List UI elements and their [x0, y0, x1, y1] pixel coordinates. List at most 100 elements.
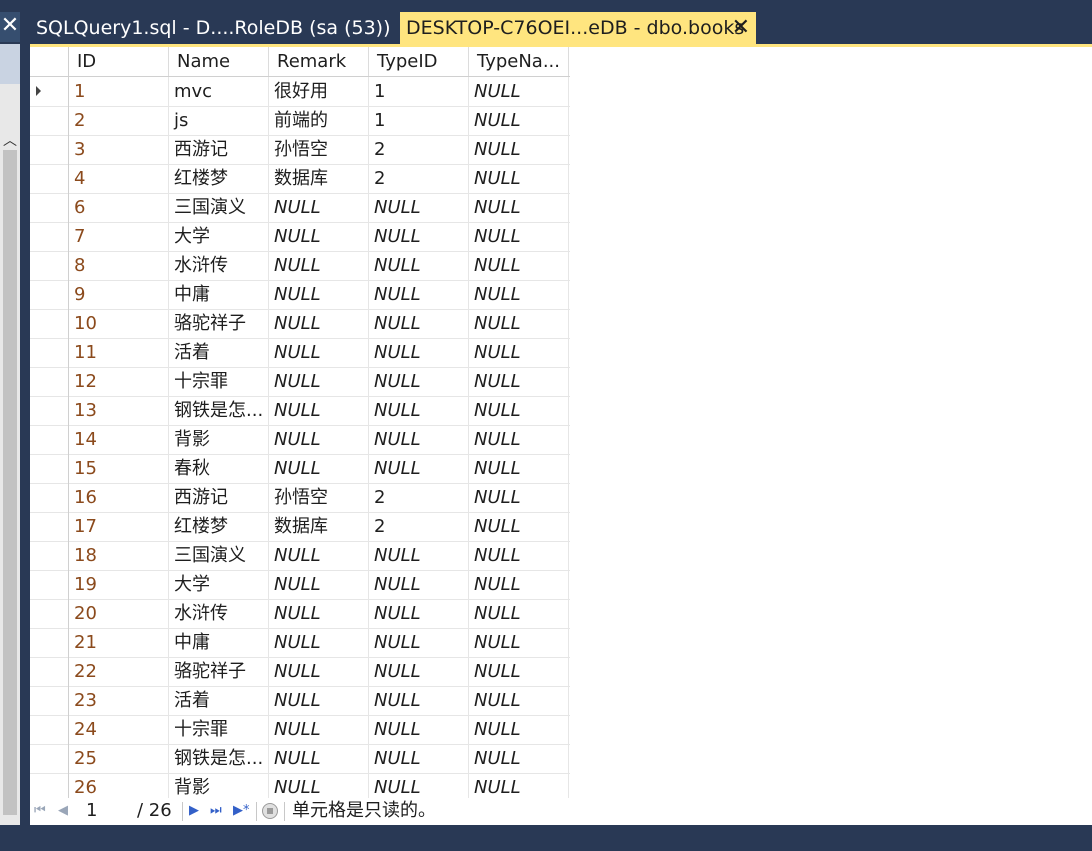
table-row[interactable]: 4 红楼梦 数据库 2 NULL	[30, 164, 570, 194]
chevron-up-icon[interactable]: ︿	[2, 130, 18, 149]
grid-cell[interactable]: NULL	[469, 367, 569, 396]
grid-cell[interactable]: NULL	[269, 222, 369, 251]
table-row[interactable]: 26 背影 NULL NULL NULL	[30, 773, 570, 798]
grid-cell[interactable]: 春秋	[169, 454, 269, 483]
grid-cell[interactable]: NULL	[369, 657, 469, 686]
grid-cell[interactable]: 孙悟空	[269, 483, 369, 512]
column-header[interactable]: TypeNa...	[469, 47, 569, 76]
grid-cell[interactable]: 活着	[169, 686, 269, 715]
first-record-button[interactable]: ⏮	[34, 803, 46, 818]
row-selector[interactable]	[30, 338, 69, 367]
table-row[interactable]: 16 西游记 孙悟空 2 NULL	[30, 483, 570, 513]
grid-cell[interactable]: NULL	[369, 425, 469, 454]
grid-cell[interactable]: NULL	[269, 715, 369, 744]
table-row[interactable]: 23 活着 NULL NULL NULL	[30, 686, 570, 716]
grid-cell[interactable]: 19	[69, 570, 169, 599]
scrollbar-thumb[interactable]	[3, 150, 17, 815]
grid-cell[interactable]: 数据库	[269, 512, 369, 541]
grid-cell[interactable]: NULL	[469, 77, 569, 106]
table-row[interactable]: 13 钢铁是怎... NULL NULL NULL	[30, 396, 570, 426]
table-row[interactable]: 7 大学 NULL NULL NULL	[30, 222, 570, 252]
grid-cell[interactable]: 10	[69, 309, 169, 338]
grid-cell[interactable]: NULL	[369, 541, 469, 570]
grid-cell[interactable]: 9	[69, 280, 169, 309]
grid-cell[interactable]: NULL	[469, 106, 569, 135]
close-icon[interactable]: ✕	[732, 12, 750, 44]
grid-cell[interactable]: NULL	[469, 744, 569, 773]
row-selector[interactable]	[30, 599, 69, 628]
close-icon[interactable]: ✕	[0, 12, 20, 42]
grid-cell[interactable]: js	[169, 106, 269, 135]
grid-cell[interactable]: 数据库	[269, 164, 369, 193]
grid-cell[interactable]: 大学	[169, 222, 269, 251]
grid-cell[interactable]: NULL	[269, 338, 369, 367]
tab-sql-query[interactable]: SQLQuery1.sql - D....RoleDB (sa (53))*	[28, 12, 390, 44]
grid-cell[interactable]: 背影	[169, 425, 269, 454]
grid-cell[interactable]: NULL	[369, 773, 469, 798]
table-row[interactable]: 2 js 前端的 1 NULL	[30, 106, 570, 136]
grid-cell[interactable]: 22	[69, 657, 169, 686]
grid-cell[interactable]: NULL	[469, 164, 569, 193]
row-selector[interactable]	[30, 483, 69, 512]
grid-cell[interactable]: mvc	[169, 77, 269, 106]
grid-cell[interactable]: 7	[69, 222, 169, 251]
row-selector[interactable]	[30, 744, 69, 773]
grid-cell[interactable]: 孙悟空	[269, 135, 369, 164]
grid-cell[interactable]: 十宗罪	[169, 715, 269, 744]
grid-cell[interactable]: 26	[69, 773, 169, 798]
grid-cell[interactable]: NULL	[469, 251, 569, 280]
row-selector[interactable]	[30, 309, 69, 338]
grid-cell[interactable]: NULL	[469, 454, 569, 483]
grid-cell[interactable]: 2	[369, 512, 469, 541]
grid-cell[interactable]: NULL	[469, 425, 569, 454]
grid-cell[interactable]: NULL	[269, 570, 369, 599]
column-header[interactable]: TypeID	[369, 47, 469, 76]
grid-cell[interactable]: NULL	[469, 628, 569, 657]
table-row[interactable]: 8 水浒传 NULL NULL NULL	[30, 251, 570, 281]
column-header[interactable]: ID	[69, 47, 169, 76]
table-row[interactable]: 1 mvc 很好用 1 NULL	[30, 77, 570, 107]
row-selector[interactable]	[30, 135, 69, 164]
row-selector[interactable]	[30, 657, 69, 686]
grid-cell[interactable]: 钢铁是怎...	[169, 396, 269, 425]
grid-cell[interactable]: 前端的	[269, 106, 369, 135]
table-row[interactable]: 3 西游记 孙悟空 2 NULL	[30, 135, 570, 165]
grid-cell[interactable]: NULL	[369, 193, 469, 222]
row-selector[interactable]	[30, 367, 69, 396]
grid-cell[interactable]: NULL	[269, 628, 369, 657]
vertical-scrollbar[interactable]: ︿ ﹀	[0, 84, 20, 844]
grid-cell[interactable]: NULL	[269, 425, 369, 454]
grid-cell[interactable]: NULL	[369, 396, 469, 425]
row-selector[interactable]	[30, 454, 69, 483]
grid-cell[interactable]: 背影	[169, 773, 269, 798]
current-record-input[interactable]	[84, 798, 132, 824]
grid-cell[interactable]: NULL	[469, 222, 569, 251]
row-selector[interactable]	[30, 251, 69, 280]
grid-cell[interactable]: 15	[69, 454, 169, 483]
grid-cell[interactable]: 2	[369, 483, 469, 512]
grid-cell[interactable]: NULL	[369, 628, 469, 657]
row-selector[interactable]	[30, 425, 69, 454]
table-row[interactable]: 19 大学 NULL NULL NULL	[30, 570, 570, 600]
grid-cell[interactable]: NULL	[469, 309, 569, 338]
grid-cell[interactable]: NULL	[269, 599, 369, 628]
grid-cell[interactable]: NULL	[469, 570, 569, 599]
new-record-button[interactable]: ▶*	[233, 803, 250, 818]
row-selector[interactable]	[30, 106, 69, 135]
table-row[interactable]: 18 三国演义 NULL NULL NULL	[30, 541, 570, 571]
row-selector[interactable]	[30, 773, 69, 798]
grid-cell[interactable]: 骆驼祥子	[169, 309, 269, 338]
grid-cell[interactable]: 十宗罪	[169, 367, 269, 396]
last-record-button[interactable]: ⏭	[210, 803, 222, 818]
table-row[interactable]: 25 钢铁是怎... NULL NULL NULL	[30, 744, 570, 774]
grid-cell[interactable]: NULL	[469, 512, 569, 541]
grid-cell[interactable]: NULL	[369, 251, 469, 280]
tab-dbo-books[interactable]: DESKTOP-C76OEI...eDB - dbo.books ✕	[400, 12, 756, 44]
table-row[interactable]: 9 中庸 NULL NULL NULL	[30, 280, 570, 310]
grid-cell[interactable]: 水浒传	[169, 251, 269, 280]
grid-cell[interactable]: NULL	[369, 570, 469, 599]
row-selector[interactable]	[30, 222, 69, 251]
previous-record-button[interactable]: ◀	[58, 803, 68, 818]
grid-cell[interactable]: 很好用	[269, 77, 369, 106]
row-selector[interactable]	[30, 512, 69, 541]
